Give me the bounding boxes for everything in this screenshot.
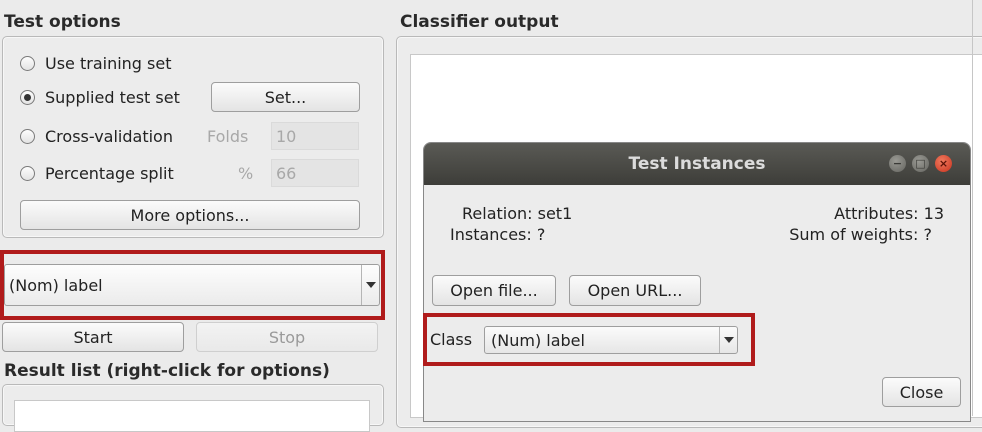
maximize-icon[interactable]: □ xyxy=(912,155,929,172)
close-button[interactable]: Close xyxy=(882,377,961,407)
result-list-area[interactable] xyxy=(14,400,370,432)
percentage-split-label: Percentage split xyxy=(45,163,174,183)
dialog-class-select[interactable]: (Num) label xyxy=(484,326,738,354)
class-select[interactable]: (Nom) label xyxy=(4,264,380,306)
radio-cross-validation[interactable]: Cross-validation xyxy=(20,124,173,148)
result-list-title: Result list (right-click for options) xyxy=(4,361,330,381)
class-select-value: (Nom) label xyxy=(9,275,103,295)
dialog-titlebar[interactable]: Test Instances − □ × xyxy=(424,143,970,185)
start-button[interactable]: Start xyxy=(2,322,184,352)
chevron-down-icon[interactable] xyxy=(719,327,737,353)
percent-label: % xyxy=(238,164,254,183)
stop-button[interactable]: Stop xyxy=(196,322,378,352)
dialog-title: Test Instances xyxy=(628,154,766,174)
attributes-label: Attributes: xyxy=(834,204,919,223)
folds-field[interactable]: 10 xyxy=(271,122,359,150)
instances-info: Instances: ? xyxy=(450,225,545,244)
radio-icon xyxy=(20,55,35,71)
set-button[interactable]: Set... xyxy=(211,82,360,112)
open-file-button[interactable]: Open file... xyxy=(432,275,556,306)
instances-label: Instances: xyxy=(450,225,532,244)
classifier-output-title: Classifier output xyxy=(400,12,559,32)
folds-label: Folds xyxy=(207,127,249,146)
radio-percentage-split[interactable]: Percentage split xyxy=(20,161,174,185)
chevron-down-icon[interactable] xyxy=(361,265,379,305)
radio-use-training-set[interactable]: Use training set xyxy=(20,51,172,75)
radio-icon xyxy=(20,165,35,181)
attributes-value: 13 xyxy=(923,204,944,223)
minimize-icon[interactable]: − xyxy=(889,155,906,172)
instances-value: ? xyxy=(536,225,546,244)
open-url-button[interactable]: Open URL... xyxy=(569,275,701,306)
sum-of-weights-label: Sum of weights: xyxy=(789,225,919,244)
close-icon[interactable]: × xyxy=(935,155,952,172)
test-options-title: Test options xyxy=(4,12,121,32)
window-edge-line xyxy=(972,0,973,416)
relation-info: Relation: set1 xyxy=(462,204,572,223)
supplied-test-set-label: Supplied test set xyxy=(45,87,180,107)
dialog-class-label: Class xyxy=(430,330,473,349)
cross-validation-label: Cross-validation xyxy=(45,126,173,146)
radio-supplied-test-set[interactable]: Supplied test set xyxy=(20,85,180,109)
radio-icon xyxy=(20,128,35,144)
sum-of-weights-info: Sum of weights: ? xyxy=(789,225,932,244)
relation-value: set1 xyxy=(537,204,573,223)
relation-label: Relation: xyxy=(462,204,533,223)
percent-field[interactable]: 66 xyxy=(271,159,359,187)
more-options-button[interactable]: More options... xyxy=(20,200,360,230)
dialog-class-select-value: (Num) label xyxy=(491,330,585,350)
sum-of-weights-value: ? xyxy=(923,225,933,244)
use-training-set-label: Use training set xyxy=(45,53,172,73)
radio-icon xyxy=(20,89,35,105)
attributes-info: Attributes: 13 xyxy=(834,204,944,223)
